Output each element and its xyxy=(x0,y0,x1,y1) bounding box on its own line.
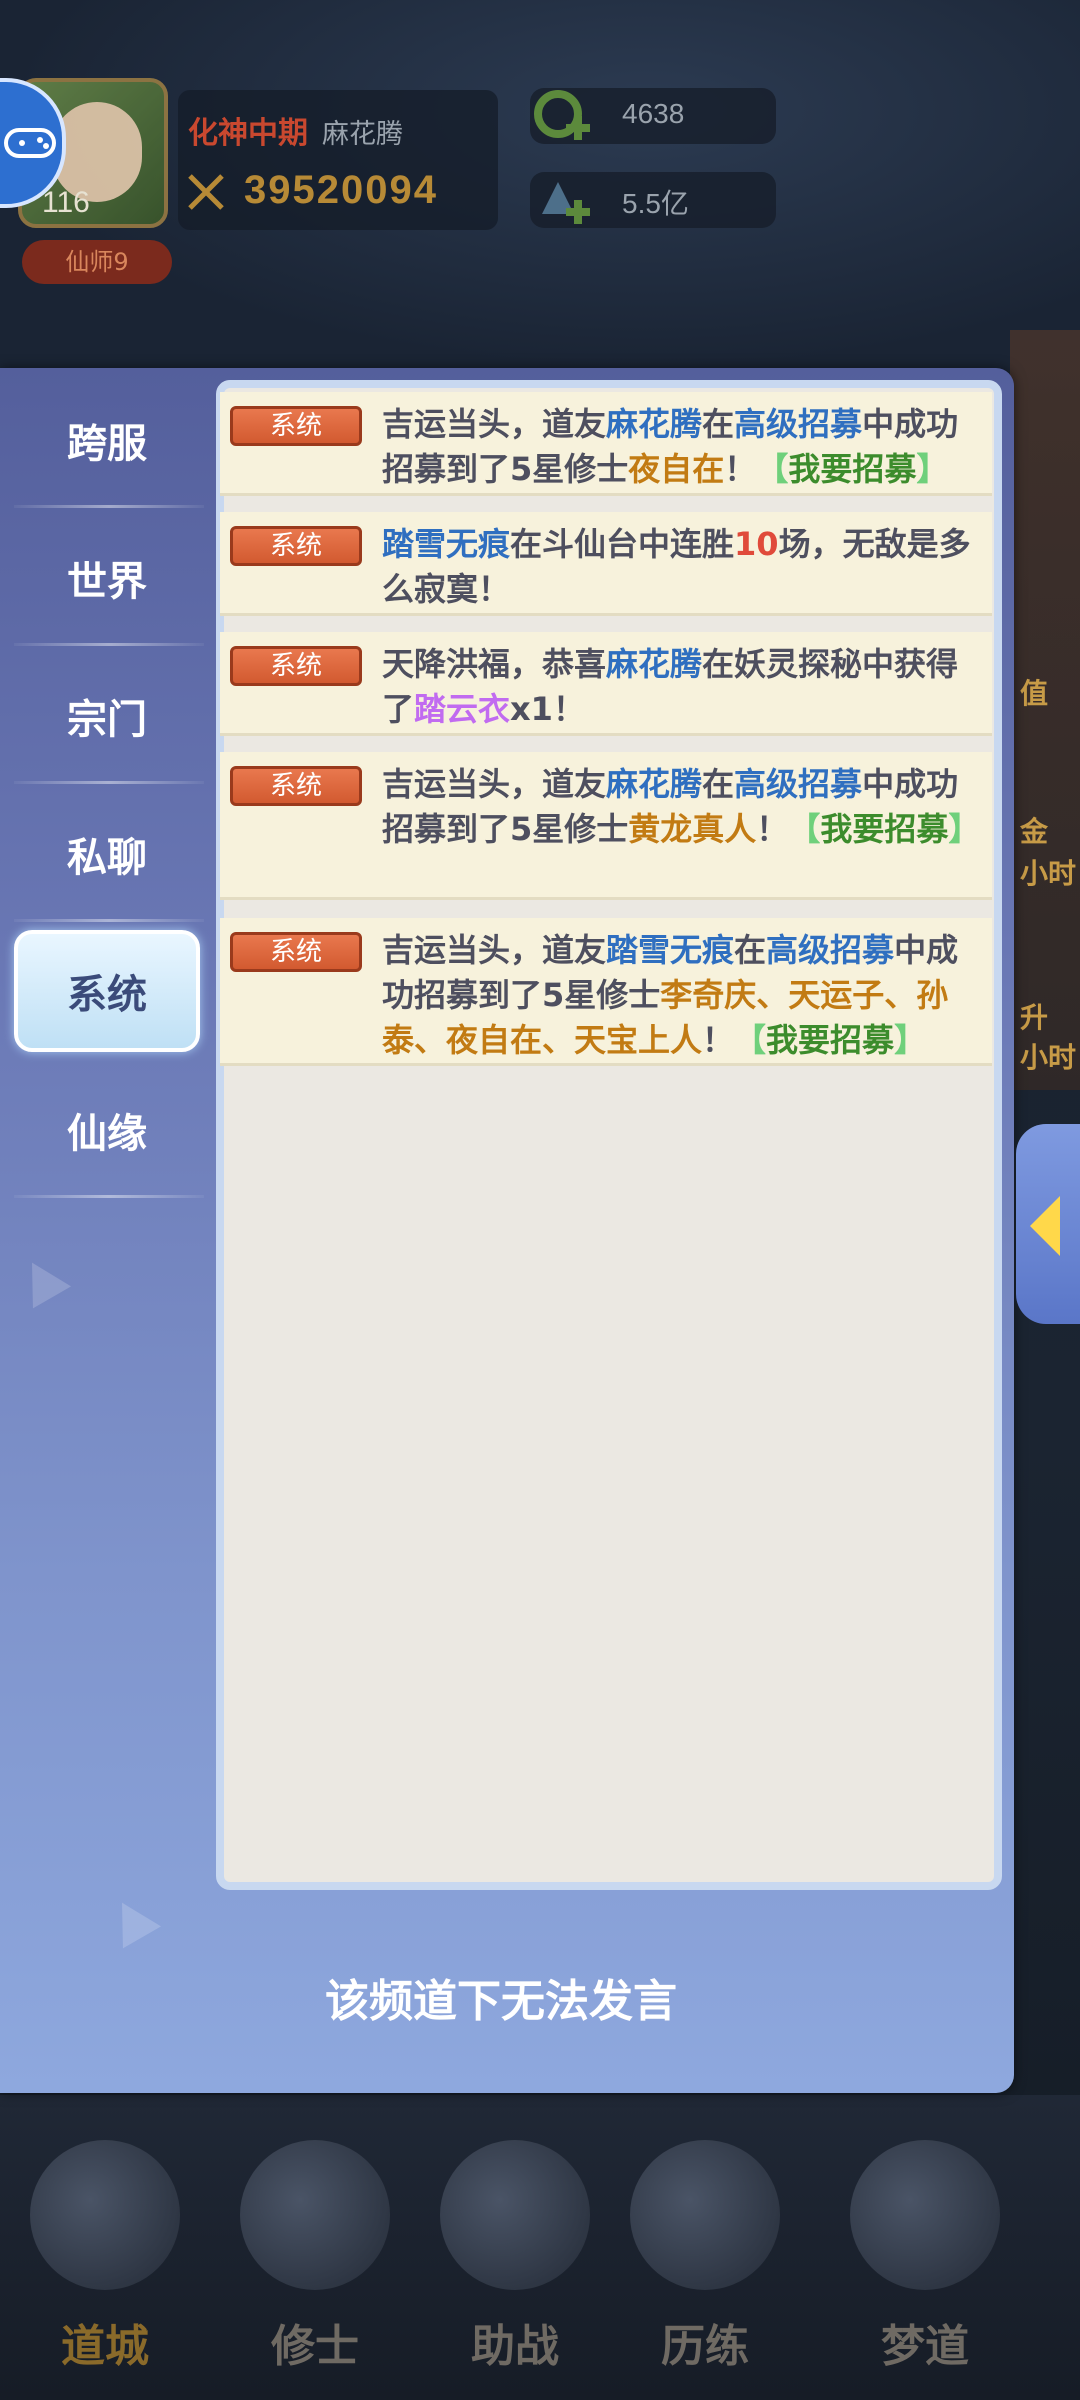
nav-label: 梦道 xyxy=(881,2321,969,2372)
message-fragment: x1！ xyxy=(510,690,585,728)
assist-icon xyxy=(440,2140,590,2290)
message-fragment: 黄龙真人 xyxy=(628,810,757,848)
nav-dream-path[interactable]: 梦道 xyxy=(840,2140,1010,2372)
nav-city[interactable]: 道城 xyxy=(20,2140,190,2372)
channel-muted-notice: 该频道下无法发言 xyxy=(325,1976,677,2027)
nav-label: 道城 xyxy=(61,2321,149,2372)
add-stone-icon[interactable] xyxy=(528,168,594,234)
recruit-link[interactable]: 【 xyxy=(756,450,788,488)
message-fragment: 天降洪福，恭喜 xyxy=(382,645,607,683)
gamepad-icon xyxy=(4,128,56,158)
channel-tab-sect[interactable]: 宗门 xyxy=(14,656,204,784)
system-badge: 系统 xyxy=(230,406,362,446)
channel-tab-system[interactable]: 系统 xyxy=(14,930,200,1052)
side-label-3: 小时 xyxy=(1020,857,1077,890)
channel-label: 私聊 xyxy=(67,835,147,881)
chat-message: 系统 天降洪福，恭喜麻花腾在妖灵探秘中获得了踏云衣x1！ xyxy=(220,632,992,736)
message-fragment: 麻花腾 xyxy=(606,405,703,443)
message-fragment: 高级招募 xyxy=(734,405,863,443)
recruit-link[interactable]: 我要招募 xyxy=(820,810,948,848)
nav-label: 助战 xyxy=(471,2321,559,2372)
crossed-swords-icon xyxy=(188,174,224,210)
player-name: 麻花腾 xyxy=(322,119,403,150)
nav-label: 修士 xyxy=(271,2321,359,2372)
player-level: 116 xyxy=(42,186,90,219)
cultivator-icon xyxy=(240,2140,390,2290)
message-fragment: 吉运当头，道友 xyxy=(382,765,607,803)
channel-label: 宗门 xyxy=(67,697,147,743)
message-fragment: 10 xyxy=(734,525,779,563)
resource-value-1: 4638 xyxy=(622,98,685,129)
recruit-link[interactable]: 】 xyxy=(894,1021,926,1059)
recruit-link[interactable]: 我要招募 xyxy=(766,1021,894,1059)
message-fragment: 在 xyxy=(702,405,735,443)
nav-label: 历练 xyxy=(661,2321,749,2372)
message-text: 吉运当头，道友踏雪无痕在高级招募中成功招募到了5星修士李奇庆、天运子、孙泰、夜自… xyxy=(382,928,982,1063)
message-text: 踏雪无痕在斗仙台中连胜10场，无敌是多么寂寞！ xyxy=(382,522,982,612)
chat-message: 系统 吉运当头，道友麻花腾在高级招募中成功招募到了5星修士夜自在！【我要招募】 xyxy=(220,392,992,496)
message-fragment: ！ xyxy=(756,810,789,848)
recruit-link[interactable]: 】 xyxy=(948,810,980,848)
message-fragment: 夜自在 xyxy=(628,450,725,488)
channel-tab-cross-server[interactable]: 跨服 xyxy=(14,380,204,508)
message-fragment: 吉运当头，道友 xyxy=(382,405,607,443)
message-fragment: 高级招募 xyxy=(766,931,895,969)
player-realm: 化神中期 xyxy=(188,116,308,151)
message-fragment: 在 xyxy=(734,931,767,969)
dream-path-icon xyxy=(850,2140,1000,2290)
nav-cultivators[interactable]: 修士 xyxy=(230,2140,400,2372)
side-label-1: 值 xyxy=(1020,677,1049,710)
channel-label: 仙缘 xyxy=(67,1111,147,1157)
trials-icon xyxy=(630,2140,780,2290)
recruit-link[interactable]: 【 xyxy=(734,1021,766,1059)
message-fragment: 踏雪无痕 xyxy=(606,931,735,969)
message-fragment: 踏云衣 xyxy=(414,690,511,728)
rank-badge[interactable]: 仙师9 xyxy=(22,240,172,284)
system-badge: 系统 xyxy=(230,526,362,566)
message-fragment: 吉运当头，道友 xyxy=(382,931,607,969)
side-label-5: 小时 xyxy=(1020,1041,1077,1074)
channel-label: 系统 xyxy=(67,972,147,1018)
message-fragment: 踏雪无痕 xyxy=(382,525,511,563)
chat-message: 系统 吉运当头，道友麻花腾在高级招募中成功招募到了5星修士黄龙真人！【我要招募】 xyxy=(220,752,992,900)
message-text: 天降洪福，恭喜麻花腾在妖灵探秘中获得了踏云衣x1！ xyxy=(382,642,982,732)
side-label-4: 升 xyxy=(1020,1001,1049,1034)
nav-assist[interactable]: 助战 xyxy=(430,2140,600,2372)
chat-message: 系统 踏雪无痕在斗仙台中连胜10场，无敌是多么寂寞！ xyxy=(220,512,992,616)
message-text: 吉运当头，道友麻花腾在高级招募中成功招募到了5星修士夜自在！【我要招募】 xyxy=(382,402,982,492)
channel-tab-private[interactable]: 私聊 xyxy=(14,794,204,922)
channel-tab-fate[interactable]: 仙缘 xyxy=(14,1070,204,1198)
message-fragment: 在斗仙台中连胜 xyxy=(510,525,735,563)
add-spirit-icon[interactable] xyxy=(528,84,594,150)
chevron-left-icon xyxy=(1030,1196,1060,1256)
message-fragment: 在 xyxy=(702,765,735,803)
message-fragment: 高级招募 xyxy=(734,765,863,803)
recruit-link[interactable]: 】 xyxy=(916,450,948,488)
message-fragment: 麻花腾 xyxy=(606,645,703,683)
message-text: 吉运当头，道友麻花腾在高级招募中成功招募到了5星修士黄龙真人！【我要招募】 xyxy=(382,762,982,852)
side-label-2: 金 xyxy=(1020,815,1049,848)
message-fragment: 麻花腾 xyxy=(606,765,703,803)
recruit-link[interactable]: 我要招募 xyxy=(788,450,916,488)
message-fragment: ！ xyxy=(702,1021,735,1059)
combat-power: 39520094 xyxy=(244,168,438,212)
chat-message: 系统 吉运当头，道友踏雪无痕在高级招募中成功招募到了5星修士李奇庆、天运子、孙泰、… xyxy=(220,918,992,1066)
system-badge: 系统 xyxy=(230,932,362,972)
system-badge: 系统 xyxy=(230,646,362,686)
nav-trials[interactable]: 历练 xyxy=(620,2140,790,2372)
channel-label: 世界 xyxy=(67,559,147,605)
city-icon xyxy=(30,2140,180,2290)
channel-tab-world[interactable]: 世界 xyxy=(14,518,204,646)
recruit-link[interactable]: 【 xyxy=(788,810,820,848)
message-fragment: ！ xyxy=(724,450,757,488)
resource-value-2: 5.5亿 xyxy=(622,188,689,219)
channel-label: 跨服 xyxy=(67,421,147,467)
system-badge: 系统 xyxy=(230,766,362,806)
